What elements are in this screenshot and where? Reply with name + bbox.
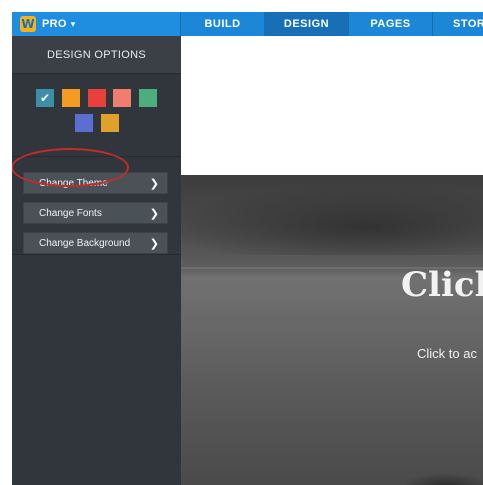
swatch-salmon[interactable] [113, 89, 131, 107]
swatch-blue[interactable] [75, 114, 93, 132]
swatch-gold[interactable] [101, 114, 119, 132]
nav-store[interactable]: STOR [433, 12, 483, 36]
color-swatches: ✔ [12, 74, 181, 157]
nav-build[interactable]: BUILD [181, 12, 265, 36]
hero-subtitle[interactable]: Click to ac [417, 346, 477, 361]
page-header-area[interactable] [181, 36, 483, 175]
shore-rocks [401, 473, 483, 485]
change-fonts-button[interactable]: Change Fonts ❯ [23, 202, 168, 224]
swatch-red[interactable] [88, 89, 106, 107]
change-fonts-label: Change Fonts [39, 207, 102, 219]
highlight-circle [12, 148, 129, 187]
main-nav: BUILD DESIGN PAGES STOR [181, 12, 483, 36]
change-background-button[interactable]: Change Background ❯ [23, 232, 168, 254]
change-background-label: Change Background [39, 237, 131, 249]
weebly-logo-icon: W [20, 16, 36, 32]
swatch-green[interactable] [139, 89, 157, 107]
chevron-down-icon: ▾ [70, 18, 76, 29]
chevron-right-icon: ❯ [149, 238, 159, 250]
nav-pages[interactable]: PAGES [349, 12, 433, 36]
swatch-orange[interactable] [62, 89, 80, 107]
top-bar: W PRO ▾ BUILD DESIGN PAGES STOR [12, 12, 483, 36]
chevron-right-icon: ❯ [149, 208, 159, 220]
checkmark-icon: ✔ [39, 91, 51, 105]
hero-banner[interactable]: Click Click to ac [181, 175, 483, 485]
swatch-teal[interactable]: ✔ [36, 89, 54, 107]
plan-menu[interactable]: W PRO ▾ [12, 12, 181, 36]
design-sidebar: DESIGN OPTIONS ✔ Change Theme ❯ Change F… [12, 36, 181, 485]
sky-clouds [181, 185, 483, 255]
sidebar-divider [12, 254, 181, 255]
nav-design[interactable]: DESIGN [265, 12, 349, 36]
plan-label: PRO [42, 18, 67, 30]
hero-title[interactable]: Click [401, 265, 483, 305]
editor-window: W PRO ▾ BUILD DESIGN PAGES STOR DESIGN O… [12, 12, 483, 485]
chevron-right-icon: ❯ [149, 178, 159, 190]
sidebar-title: DESIGN OPTIONS [12, 36, 181, 74]
